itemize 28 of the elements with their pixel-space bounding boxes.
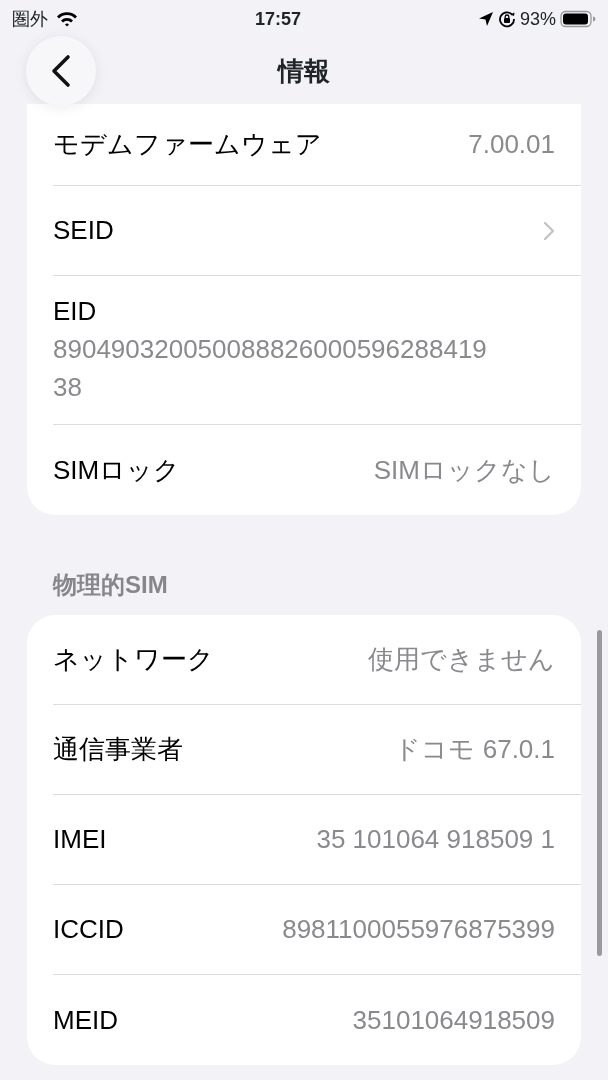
row-value: 7.00.01 bbox=[468, 128, 555, 161]
row-label: SIMロック bbox=[53, 453, 181, 487]
page-title: 情報 bbox=[278, 54, 330, 88]
row-label: MEID bbox=[53, 1003, 118, 1037]
row-value: 使用できません bbox=[368, 643, 555, 677]
row-label: 通信事業者 bbox=[53, 733, 183, 767]
location-arrow-icon bbox=[477, 11, 494, 27]
battery-percent: 93% bbox=[519, 7, 556, 31]
row-value: ドコモ 67.0.1 bbox=[394, 733, 555, 767]
row-label: ICCID bbox=[53, 913, 124, 947]
carrier-label: 圏外 bbox=[12, 7, 48, 31]
row-value: 89049032005008882600059628841938 bbox=[53, 333, 488, 404]
chevron-left-icon bbox=[51, 54, 71, 88]
row-value: 35101064918509 bbox=[352, 1003, 555, 1037]
row-value: SIMロックなし bbox=[373, 453, 555, 487]
time-label: 17:57 bbox=[254, 7, 301, 31]
rotation-lock-icon bbox=[497, 10, 516, 28]
wifi-icon bbox=[56, 11, 78, 27]
row-label: ネットワーク bbox=[53, 643, 214, 677]
row-label: SEID bbox=[53, 214, 114, 247]
row-value: 8981100055976875399 bbox=[282, 913, 555, 947]
row-label: EID bbox=[53, 295, 98, 328]
row-label: IMEI bbox=[53, 823, 107, 857]
battery-icon bbox=[560, 10, 596, 28]
section-header: 物理的SIM bbox=[53, 570, 169, 601]
chevron-right-icon bbox=[543, 220, 555, 241]
row-label: モデムファームウェア bbox=[53, 128, 322, 161]
row-value: 35 101064 918509 1 bbox=[316, 823, 555, 857]
